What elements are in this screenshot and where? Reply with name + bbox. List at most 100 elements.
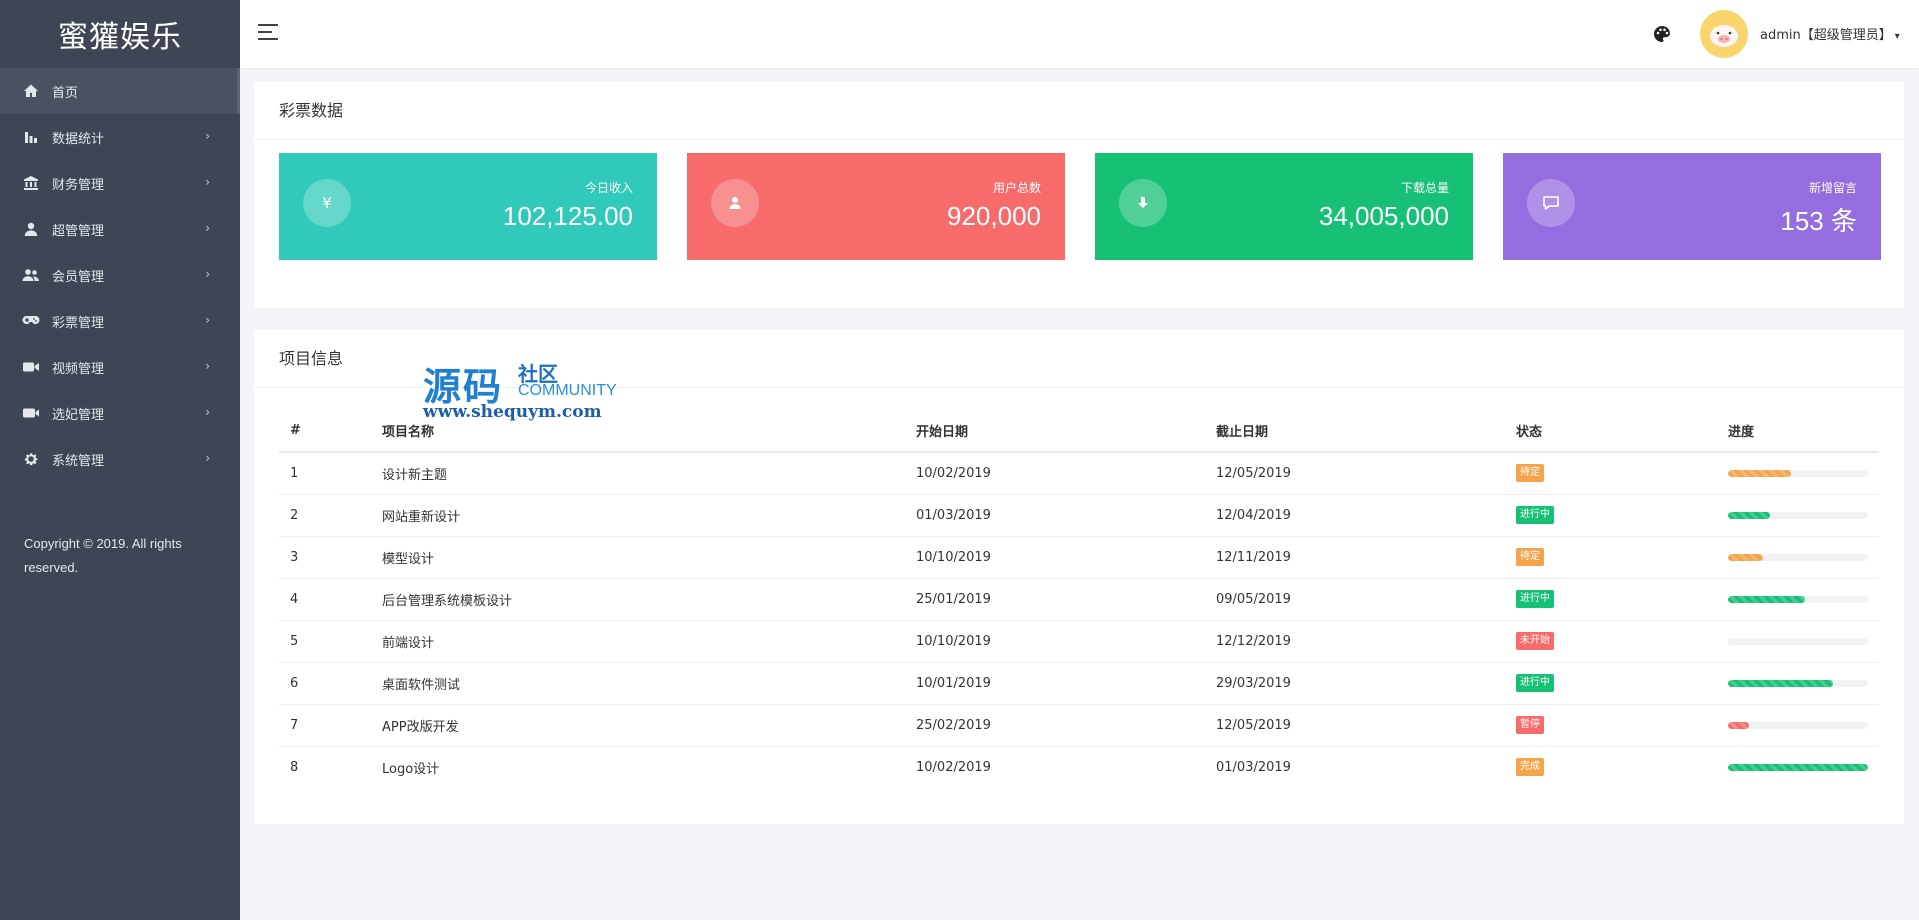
start-date: 10/10/2019 <box>905 620 1205 663</box>
sidebar-item-label: 财务管理 <box>52 177 105 193</box>
status-badge: 暂停 <box>1516 716 1544 734</box>
sidebar-item-1[interactable]: 数据统计 › <box>0 114 240 160</box>
status-badge: 待定 <box>1516 548 1544 566</box>
chevron-right-icon: › <box>205 313 210 327</box>
chevron-right-icon: › <box>205 359 210 373</box>
sidebar-item-7[interactable]: 选妃管理 › <box>0 390 240 436</box>
table-row: 7 APP改版开发 25/02/2019 12/05/2019 暂停 <box>279 704 1879 747</box>
message-icon <box>1527 179 1575 227</box>
stat-label: 新增留言 <box>1808 181 1857 195</box>
progress-bar <box>1728 511 1868 519</box>
sidebar-menu: 首页 数据统计 › 财务管理 › 超管管理 › 会员管理 › 彩票管理 › 视频管理 › 选妃管理 › 系统管… <box>0 68 240 482</box>
progress-fill <box>1728 721 1749 729</box>
table-row: 1 设计新主题 10/02/2019 12/05/2019 待定 <box>279 452 1879 495</box>
copyright-text: Copyright © 2019. All rights reserved. <box>24 536 182 575</box>
stat-cards: ¥ 今日收入 102,125.00 用户总数 920,000 下载总量 34,005,000… <box>279 153 1881 260</box>
table-row: 4 后台管理系统模板设计 25/01/2019 09/05/2019 进行中 <box>279 578 1879 621</box>
chevron-right-icon: › <box>205 451 210 465</box>
status-cell: 进行中 <box>1505 494 1717 537</box>
sidebar-item-2[interactable]: 财务管理 › <box>0 160 240 206</box>
sidebar-item-label: 数据统计 <box>52 131 105 147</box>
start-date: 10/02/2019 <box>905 452 1205 495</box>
user-icon <box>711 179 759 227</box>
chevron-right-icon: › <box>205 221 210 235</box>
user-menu[interactable]: admin【超级管理员】 ▾ <box>1760 24 1900 43</box>
progress-fill <box>1728 469 1791 477</box>
row-id: 3 <box>279 536 371 579</box>
end-date: 12/11/2019 <box>1205 536 1505 579</box>
theme-palette-icon[interactable] <box>1652 24 1672 44</box>
sidebar-item-8[interactable]: 系统管理 › <box>0 436 240 482</box>
caret-down-icon: ▾ <box>1894 31 1900 42</box>
progress-bar <box>1728 763 1868 771</box>
status-badge: 进行中 <box>1516 506 1554 524</box>
sidebar-item-5[interactable]: 彩票管理 › <box>0 298 240 344</box>
status-cell: 待定 <box>1505 536 1717 579</box>
stat-value: 153 条 <box>1780 206 1857 236</box>
start-date: 10/02/2019 <box>916 759 991 775</box>
progress-fill <box>1728 595 1805 603</box>
gear-icon <box>22 450 40 468</box>
row-id: 5 <box>279 620 371 663</box>
table-row: 6 桌面软件测试 10/01/2019 29/03/2019 进行中 <box>279 662 1879 705</box>
status-cell: 进行中 <box>1505 578 1717 621</box>
end-date: 01/03/2019 <box>1216 759 1291 775</box>
stat-label: 用户总数 <box>992 181 1041 195</box>
sidebar-item-3[interactable]: 超管管理 › <box>0 206 240 252</box>
table-row: 8 Logo设计 10/02/2019 01/03/2019 完成 <box>279 746 1879 788</box>
status-cell: 待定 <box>1505 452 1717 495</box>
progress-cell <box>1717 494 1879 537</box>
sidebar-item-label: 超管管理 <box>52 223 105 239</box>
topbar: admin【超级管理员】 ▾ <box>240 0 1919 68</box>
start-date: 25/02/2019 <box>905 704 1205 747</box>
column-header: 状态 <box>1505 410 1717 453</box>
row-id: 7 <box>279 704 371 747</box>
row-id: 1 <box>279 452 371 495</box>
svg-text:¥: ¥ <box>322 194 332 212</box>
stat-card: 下载总量 34,005,000 <box>1095 153 1473 260</box>
table-row: 5 前端设计 10/10/2019 12/12/2019 未开始 <box>279 620 1879 663</box>
progress-bar <box>1728 721 1868 729</box>
end-date: 29/03/2019 <box>1205 662 1505 705</box>
project-name: 桌面软件测试 <box>371 662 905 705</box>
menu-toggle-icon[interactable] <box>258 24 278 42</box>
chevron-right-icon: › <box>205 267 210 281</box>
sidebar: 蜜獾娱乐 首页 数据统计 › 财务管理 › 超管管理 › 会员管理 › 彩票管理 › 视频管理 › 选妃管… <box>0 0 240 920</box>
project-name: 设计新主题 <box>371 452 905 495</box>
sidebar-item-0[interactable]: 首页 <box>0 68 240 114</box>
end-date: 12/05/2019 <box>1205 452 1505 495</box>
start-date: 10/10/2019 <box>905 536 1205 579</box>
project-name: Logo设计 <box>382 761 440 777</box>
table-body: 1 设计新主题 10/02/2019 12/05/2019 待定 2 网站重新设计 01/03… <box>279 452 1879 788</box>
chevron-right-icon: › <box>205 129 210 143</box>
progress-cell <box>1717 704 1879 747</box>
sidebar-item-6[interactable]: 视频管理 › <box>0 344 240 390</box>
camera-icon <box>22 404 40 422</box>
home-icon <box>22 82 40 100</box>
gamepad-icon <box>22 312 40 330</box>
project-table: # 项目名称 开始日期 截止日期 状态 进度 1 设计新主题 10/02/2019 12/05/… <box>279 410 1879 788</box>
status-cell: 未开始 <box>1505 620 1717 663</box>
status-badge: 待定 <box>1516 464 1544 483</box>
yen-icon: ¥ <box>303 179 351 227</box>
status-cell: 进行中 <box>1505 662 1717 705</box>
status-badge: 完成 <box>1516 758 1544 777</box>
watermark-logo: 源码 社区 COMMUNITY www.shequym.com <box>423 356 623 426</box>
sidebar-item-label: 首页 <box>52 85 79 101</box>
brand-title: 蜜獾娱乐 <box>58 20 182 55</box>
status-badge: 进行中 <box>1516 674 1554 692</box>
sidebar-item-label: 彩票管理 <box>52 315 105 331</box>
download-icon <box>1119 179 1167 227</box>
progress-cell <box>1717 536 1879 579</box>
stat-label: 下载总量 <box>1400 181 1449 195</box>
sidebar-item-4[interactable]: 会员管理 › <box>0 252 240 298</box>
column-header: 截止日期 <box>1205 410 1505 453</box>
progress-fill <box>1728 553 1763 561</box>
start-date: 10/01/2019 <box>905 662 1205 705</box>
column-header: 开始日期 <box>905 410 1205 453</box>
stat-card: ¥ 今日收入 102,125.00 <box>279 153 657 260</box>
avatar[interactable] <box>1700 10 1748 58</box>
sidebar-item-label: 视频管理 <box>52 361 105 377</box>
start-date: 25/01/2019 <box>905 578 1205 621</box>
lottery-data-panel: 彩票数据 ¥ 今日收入 102,125.00 用户总数 920,000 下载总量 34,00… <box>254 82 1904 308</box>
